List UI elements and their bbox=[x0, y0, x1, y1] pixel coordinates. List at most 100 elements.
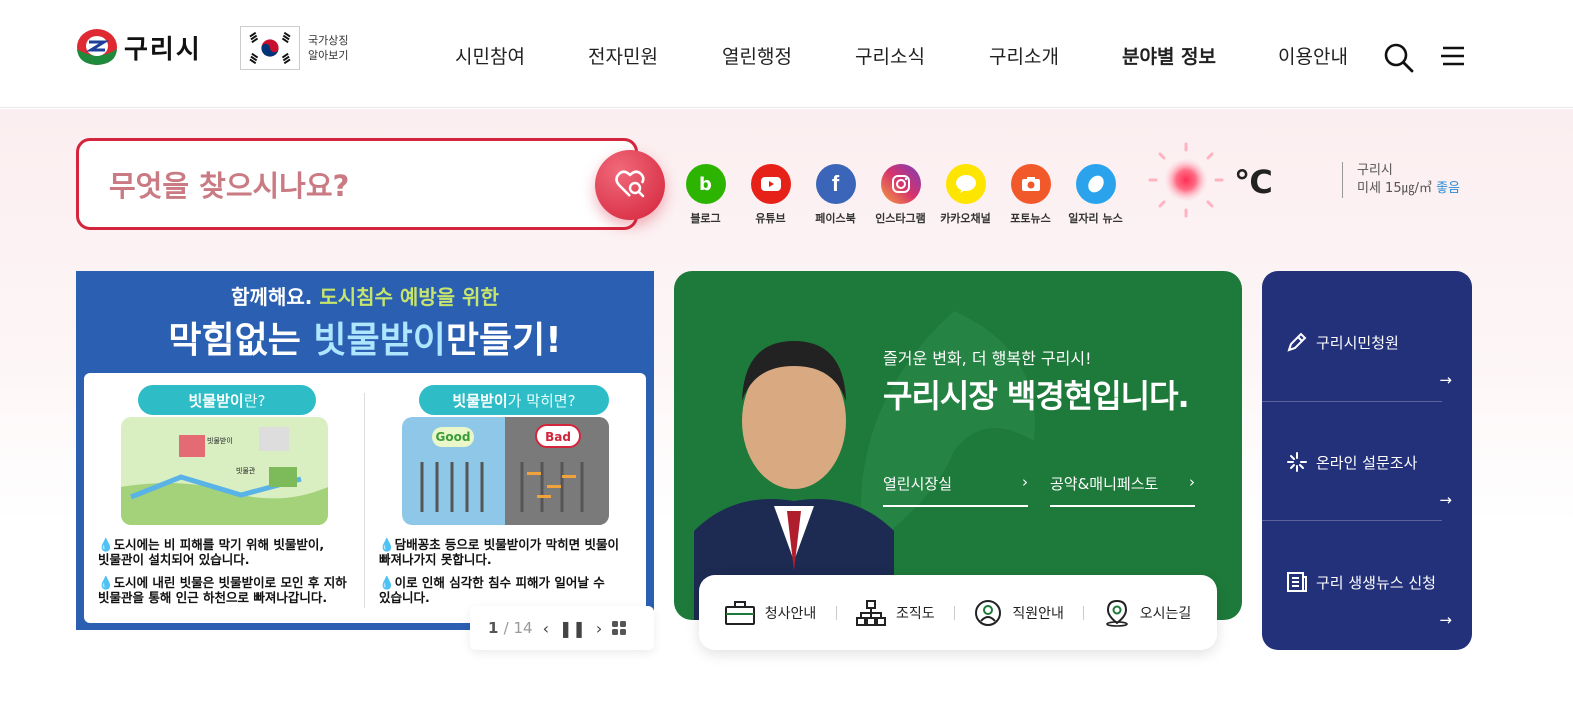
side-item-newsletter[interactable]: 구리 생생뉴스 신청 → bbox=[1286, 511, 1452, 631]
nav-open-admin[interactable]: 열린행정 bbox=[722, 42, 855, 69]
side-label: 구리시민청원 bbox=[1316, 333, 1399, 352]
mayor-card: 즐거운 변화, 더 행복한 구리시! 구리시장 백경현입니다. 열린시장실 › 공… bbox=[674, 271, 1242, 620]
search-box bbox=[76, 138, 638, 230]
sns-instagram-link[interactable]: 인스타그램 bbox=[868, 164, 933, 226]
bullet-left-1: 💧도시에는 비 피해를 막기 위해 빗물받이, 빗물관이 설치되어 있습니다. bbox=[98, 537, 325, 567]
quick-links: 청사안내 조직도 직원안내 오시는길 bbox=[699, 575, 1217, 650]
side-service-panel: 구리시민청원 → 온라인 설문조사 → 구리 생생뉴스 신청 → bbox=[1262, 271, 1472, 650]
sns-photo-news-link[interactable]: 포토뉴스 bbox=[998, 164, 1063, 226]
side-item-petition[interactable]: 구리시민청원 → bbox=[1286, 271, 1452, 391]
symbol-line-1: 국가상징 bbox=[308, 34, 349, 47]
pill-what-is: 빗물받이 란? bbox=[138, 385, 316, 415]
map-pin-icon bbox=[1105, 599, 1128, 627]
photo-news-icon bbox=[1010, 164, 1051, 204]
link-label: 열린시장실 bbox=[883, 475, 953, 493]
open-mayor-office-link[interactable]: 열린시장실 › bbox=[883, 473, 1028, 507]
separator bbox=[1083, 605, 1085, 620]
sns-youtube-link[interactable]: 유튜브 bbox=[738, 164, 803, 226]
side-label: 구리 생생뉴스 신청 bbox=[1316, 573, 1436, 592]
side-label: 온라인 설문조사 bbox=[1316, 453, 1418, 472]
bullet-left-2: 💧도시에 내린 빗물은 빗물받이로 모인 후 지하 빗물관을 통해 인근 하천으… bbox=[98, 575, 347, 605]
pill-right-bold: 빗물받이 bbox=[452, 391, 508, 410]
bullet-right-1: 💧담배꽁초 등으로 빗물받이가 막히면 빗물이 빠져나가지 못합니다. bbox=[379, 537, 619, 567]
youtube-icon bbox=[750, 164, 791, 204]
banner-card: 빗물받이 란? 빗물받이 가 막히면? 빗물받이 빗물관 Good Bad 💧도시에… bbox=[84, 373, 646, 623]
bullet-left-2-text: 도시에 내린 빗물은 빗물받이로 모인 후 지하 빗물관을 통해 인근 하천으로… bbox=[98, 575, 347, 605]
quick-building-guide[interactable]: 청사안내 bbox=[724, 600, 817, 626]
sns-facebook-link[interactable]: f 페이스북 bbox=[803, 164, 868, 226]
pen-icon bbox=[1287, 332, 1307, 352]
korean-flag-icon bbox=[240, 26, 300, 70]
job-news-icon bbox=[1075, 164, 1116, 204]
sns-label: 일자리 뉴스 bbox=[1068, 212, 1123, 225]
mayor-subtitle: 즐거운 변화, 더 행복한 구리시! bbox=[883, 349, 1092, 368]
bullet-right-2-text: 이로 인해 심각한 침수 피해가 일어날 수 있습니다. bbox=[379, 575, 605, 605]
region-name: 구리시 bbox=[1357, 163, 1393, 178]
dust-label: 미세 15㎍/㎥ bbox=[1357, 181, 1432, 196]
symbol-line-2: 알아보기 bbox=[308, 49, 349, 62]
blog-icon: b bbox=[685, 164, 726, 204]
kakao-channel-icon bbox=[945, 164, 986, 204]
quick-label: 청사안내 bbox=[764, 605, 817, 622]
search-input[interactable] bbox=[109, 166, 579, 206]
link-label: 공약&매니페스토 bbox=[1050, 475, 1159, 493]
bullet-right-1-text: 담배꽁초 등으로 빗물받이가 막히면 빗물이 빠져나가지 못합니다. bbox=[379, 537, 619, 567]
arrow-right-icon: → bbox=[1439, 371, 1452, 389]
logo-text: 구리시 bbox=[124, 34, 202, 65]
bullet-right-2: 💧이로 인해 심각한 침수 피해가 일어날 수 있습니다. bbox=[379, 575, 605, 605]
sns-label: 포토뉴스 bbox=[1010, 212, 1051, 225]
sns-label: 유튜브 bbox=[755, 212, 786, 225]
nav-civic-participation[interactable]: 시민참여 bbox=[455, 42, 588, 69]
quick-label: 조직도 bbox=[896, 605, 935, 622]
quick-staff-guide[interactable]: 직원안내 bbox=[974, 599, 1064, 627]
nav-usage-guide[interactable]: 이용안내 bbox=[1278, 42, 1348, 69]
sns-label: 카카오채널 bbox=[940, 212, 991, 225]
banner-pager: 1 / 14 ‹ ❚❚ › bbox=[470, 606, 654, 650]
site-header: 구리시 국가상징 알아보기 시민참여 전자민원 열린행정 구리소식 구리소개 분… bbox=[0, 0, 1573, 108]
quick-org-chart[interactable]: 조직도 bbox=[856, 599, 935, 626]
banner-sub-1: 함께해요. bbox=[231, 285, 313, 309]
good-label: Good bbox=[436, 430, 471, 444]
search-icon[interactable] bbox=[1383, 42, 1415, 74]
quick-directions[interactable]: 오시는길 bbox=[1104, 599, 1191, 627]
page-total: / 14 bbox=[503, 619, 533, 637]
nav-e-petition[interactable]: 전자민원 bbox=[588, 42, 722, 69]
pill-if-blocked: 빗물받이 가 막히면? bbox=[419, 385, 609, 415]
label-pipe: 빗물관 bbox=[236, 466, 256, 475]
bad-label: Bad bbox=[545, 430, 571, 444]
temperature: ℃ bbox=[1234, 163, 1273, 201]
rain-drain-banner[interactable]: 함께해요. 도시침수 예방을 위한 막힘없는 빗물받이만들기! 빗물받이 란? 빗… bbox=[76, 271, 654, 630]
arrow-right-icon: → bbox=[1439, 611, 1452, 629]
banner-divider bbox=[364, 393, 365, 608]
sns-blog-link[interactable]: b 블로그 bbox=[673, 164, 738, 226]
label-drain: 빗물받이 bbox=[207, 436, 233, 445]
banner-head-hl: 빗물받이 bbox=[313, 320, 446, 361]
nav-guri-news[interactable]: 구리소식 bbox=[855, 42, 989, 69]
sns-kakao-link[interactable]: 카카오채널 bbox=[933, 164, 998, 226]
nav-field-info[interactable]: 분야별 정보 bbox=[1122, 42, 1278, 69]
bullet-left-1-text: 도시에는 비 피해를 막기 위해 빗물받이, 빗물관이 설치되어 있습니다. bbox=[98, 537, 325, 567]
national-symbol-text: 국가상징 알아보기 bbox=[308, 33, 348, 63]
side-item-survey[interactable]: 온라인 설문조사 → bbox=[1286, 391, 1452, 511]
site-logo[interactable]: 구리시 bbox=[76, 28, 202, 66]
mayor-title: 구리시장 백경현입니다. bbox=[883, 377, 1190, 415]
dust-status: 좋음 bbox=[1436, 181, 1461, 196]
quick-label: 직원안내 bbox=[1012, 605, 1064, 622]
pill-right-normal: 가 막히면? bbox=[507, 391, 576, 410]
chevron-right-icon: › bbox=[1022, 473, 1028, 491]
national-symbol-link[interactable]: 국가상징 알아보기 bbox=[240, 26, 348, 70]
nav-about-guri[interactable]: 구리소개 bbox=[989, 42, 1122, 69]
hamburger-menu-icon[interactable] bbox=[1440, 44, 1466, 68]
drainage-illustration: 빗물받이 빗물관 bbox=[121, 417, 328, 525]
arrow-right-icon: → bbox=[1439, 491, 1452, 509]
mayor-photo bbox=[694, 341, 894, 620]
grid-view-icon[interactable] bbox=[612, 621, 627, 635]
manifesto-link[interactable]: 공약&매니페스토 › bbox=[1050, 473, 1195, 507]
blocked-drain-illustration: Good Bad bbox=[402, 417, 609, 525]
prev-slide-button[interactable]: ‹ bbox=[543, 619, 549, 638]
sns-job-news-link[interactable]: 일자리 뉴스 bbox=[1063, 164, 1128, 226]
next-slide-button[interactable]: › bbox=[596, 619, 602, 638]
briefcase-icon bbox=[724, 600, 755, 625]
search-button[interactable] bbox=[595, 150, 665, 220]
pause-button[interactable]: ❚❚ bbox=[559, 619, 586, 638]
